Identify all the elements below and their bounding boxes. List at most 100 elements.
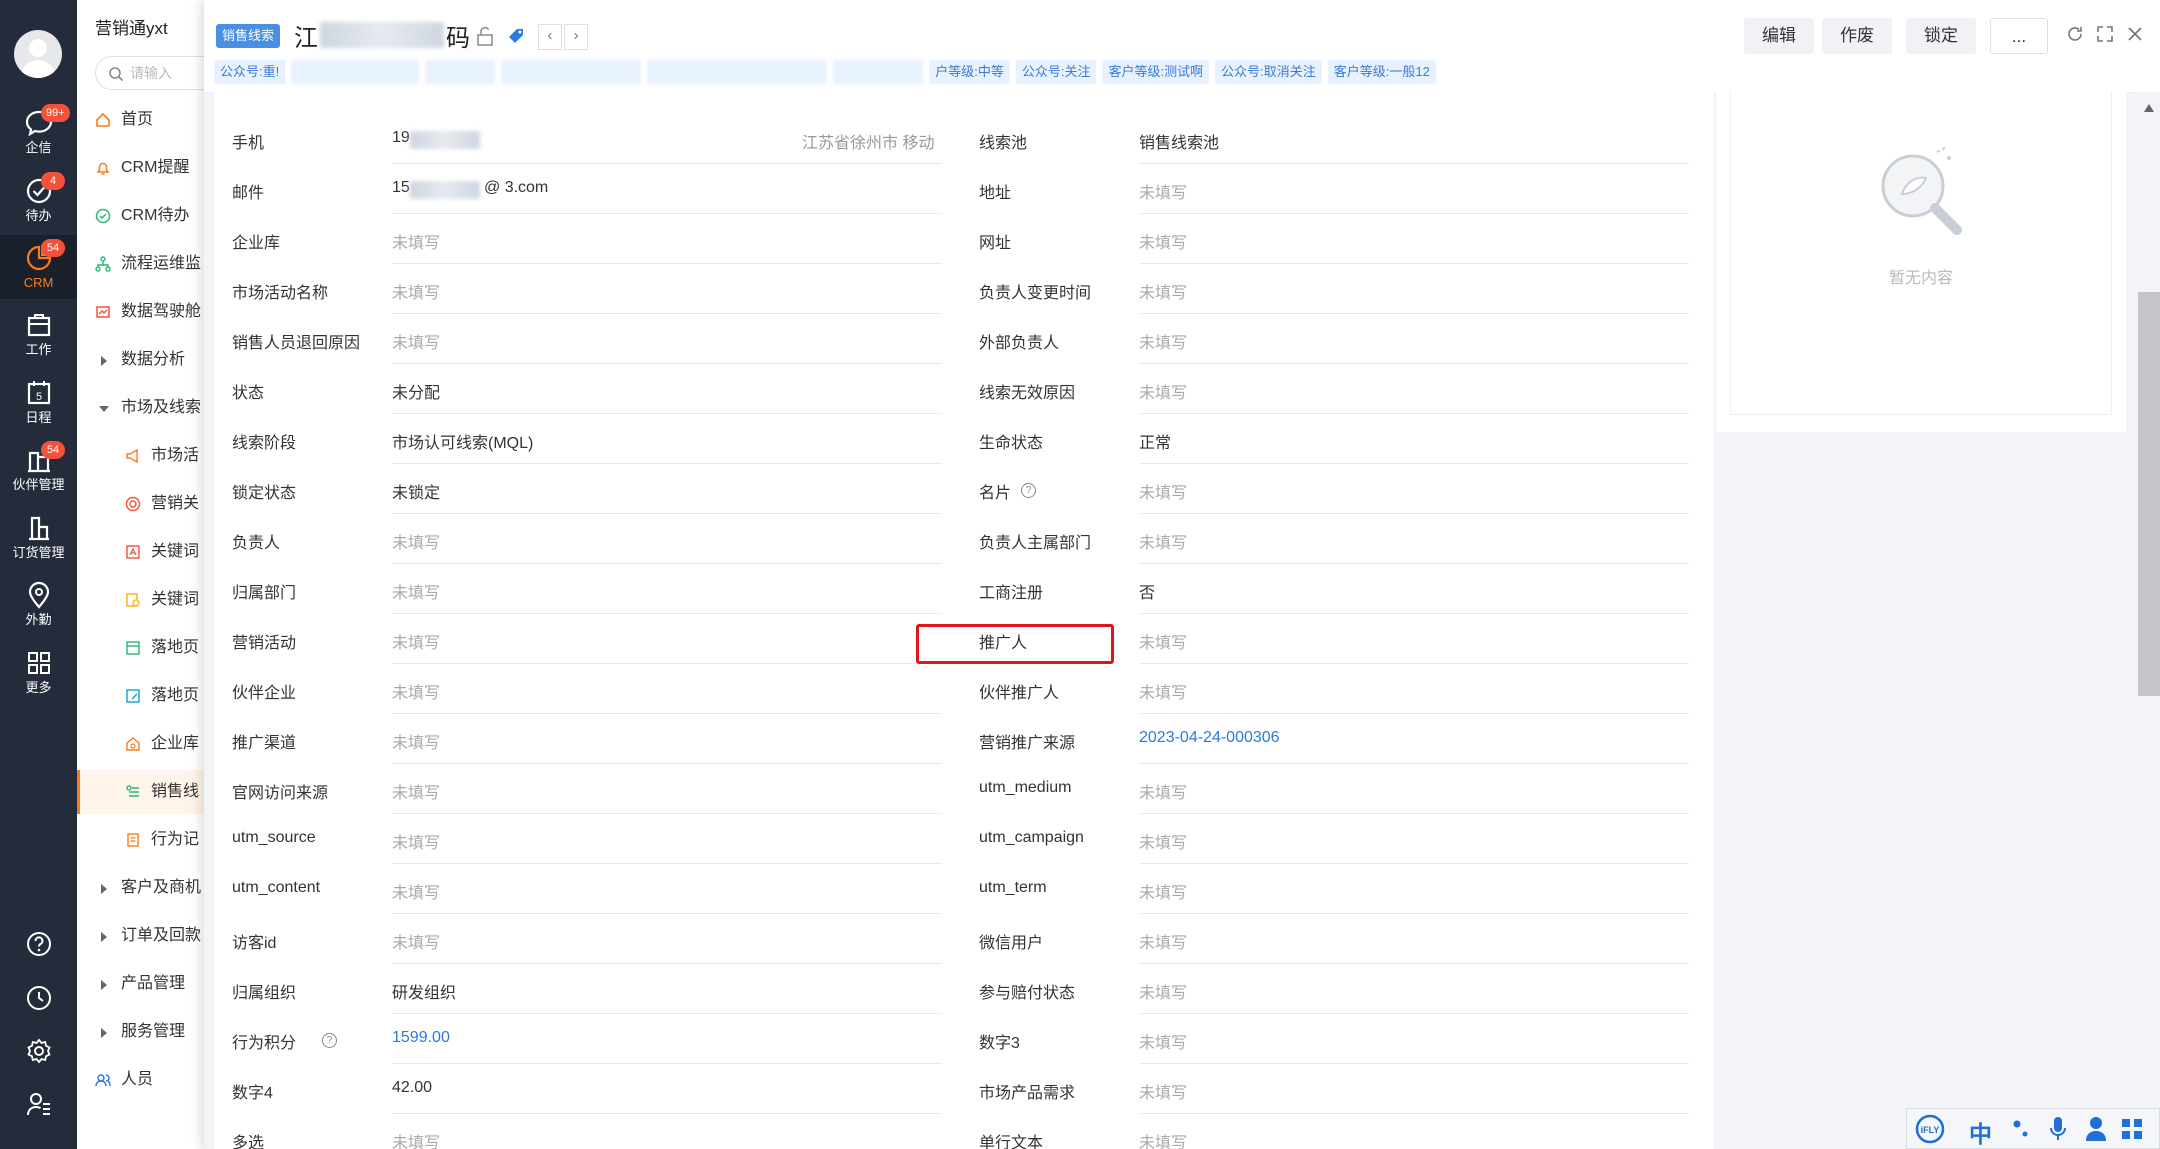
field-value: 未填写 — [392, 635, 441, 652]
user-settings-icon[interactable] — [0, 1090, 77, 1123]
field-label: 销售人员退回原因 — [232, 335, 361, 352]
user-avatar[interactable] — [14, 30, 62, 78]
help-icon[interactable]: ? — [322, 1033, 337, 1048]
redacted-text — [410, 181, 480, 199]
nav-item-landing-1[interactable]: 落地页 — [77, 626, 204, 670]
nav-item-orders[interactable]: 订单及回款 — [77, 914, 204, 958]
prev-record-button[interactable]: ‹ — [538, 24, 562, 50]
rail-item-order[interactable]: 订货管理 — [0, 505, 77, 569]
field-row: 归属组织 研发组织 — [232, 964, 952, 1014]
gear-icon[interactable] — [0, 1037, 77, 1070]
nav-item-people[interactable]: 人员 — [77, 1058, 204, 1102]
nav-search-input[interactable]: 请输入 — [95, 56, 204, 90]
nav-item-process[interactable]: 流程运维监 — [77, 242, 204, 286]
ime-lang-toggle[interactable]: 中 — [1969, 1115, 1992, 1149]
nav-item-marketing[interactable]: 营销关 — [77, 482, 204, 526]
scroll-up-icon[interactable] — [2144, 104, 2154, 112]
nav-item-behavior[interactable]: 行为记 — [77, 818, 204, 862]
rail-item-crm[interactable]: CRM 54 — [0, 235, 77, 299]
nav-item-campaign[interactable]: 市场活 — [77, 434, 204, 478]
field-row: 微信用户 未填写 — [979, 914, 1699, 964]
field-value-link[interactable]: 1599.00 — [392, 1029, 450, 1047]
nav-item-customers[interactable]: 客户及商机 — [77, 866, 204, 910]
more-button[interactable]: ... — [1990, 18, 2048, 54]
nav-item-crm-reminder[interactable]: CRM提醒 — [77, 146, 204, 190]
nav-item-dashboard[interactable]: 数据驾驶舱 — [77, 290, 204, 334]
tag-chip: 客户等级:一般12 — [1327, 60, 1436, 84]
help-icon[interactable] — [0, 930, 77, 963]
field-value: 未填写 — [1139, 885, 1188, 902]
ime-toolbar[interactable]: iFLY 中 — [1906, 1108, 2160, 1149]
field-value: 未填写 — [392, 235, 441, 252]
field-value: 未填写 — [392, 835, 441, 852]
ifly-logo-icon[interactable]: iFLY — [1915, 1114, 1945, 1144]
redacted-chip — [501, 60, 642, 84]
tag-edit-icon[interactable] — [506, 26, 526, 46]
help-icon[interactable]: ? — [1021, 483, 1036, 498]
rail-item-more[interactable]: 更多 — [0, 640, 77, 704]
punctuation-icon[interactable] — [2011, 1118, 2031, 1140]
nav-item-crm-todo[interactable]: CRM待办 — [77, 194, 204, 238]
app-title: 营销通yxt — [95, 19, 168, 38]
empty-state: 暂无内容 — [1730, 92, 2112, 415]
nav-item-market-leads[interactable]: 市场及线索 — [77, 386, 204, 430]
grid-menu-icon[interactable] — [2121, 1118, 2143, 1140]
close-icon[interactable] — [2126, 25, 2144, 43]
field-value: 未填写 — [1139, 935, 1188, 952]
rail-item-schedule[interactable]: 5 日程 — [0, 370, 77, 434]
scrollbar-thumb[interactable] — [2138, 292, 2160, 696]
unlock-icon[interactable] — [476, 26, 494, 46]
landing-edit-icon — [126, 689, 140, 703]
field-label: 名片 — [979, 485, 1012, 502]
user-icon[interactable] — [2085, 1116, 2107, 1142]
nav-item-analytics[interactable]: 数据分析 — [77, 338, 204, 382]
nav-item-company-lib[interactable]: 企业库 — [77, 722, 204, 766]
void-button[interactable]: 作废 — [1822, 18, 1892, 54]
nav-item-keyword-1[interactable]: 关键词 — [77, 530, 204, 574]
nav-item-home[interactable]: 首页 — [77, 98, 204, 142]
rail-item-partner[interactable]: 伙伴管理 54 — [0, 437, 77, 501]
nav-label: 首页 — [121, 111, 154, 128]
fullscreen-icon[interactable] — [2096, 25, 2114, 43]
field-value: 未填写 — [392, 935, 441, 952]
rail-item-todo[interactable]: 待办 4 — [0, 168, 77, 232]
rail-item-work[interactable]: 工作 — [0, 302, 77, 366]
nav-item-products[interactable]: 产品管理 — [77, 962, 204, 1006]
refresh-icon[interactable] — [2066, 25, 2084, 43]
field-row: 负责人 未填写 — [232, 514, 952, 564]
field-label: 微信用户 — [979, 935, 1044, 952]
clock-icon[interactable] — [0, 984, 77, 1017]
field-label: 推广渠道 — [232, 735, 297, 752]
nav-item-landing-2[interactable]: 落地页 — [77, 674, 204, 718]
microphone-icon[interactable] — [2049, 1116, 2067, 1142]
rail-item-field[interactable]: 外勤 — [0, 572, 77, 636]
field-grid: 手机 19 江苏省徐州市 移动 邮件 15 @ 3.com 企业库 未填写 市场活动名称 未填写销… — [214, 92, 1714, 1149]
edit-button[interactable]: 编辑 — [1744, 18, 1814, 54]
nav-item-sales-leads[interactable]: 销售线 — [77, 770, 204, 814]
field-value-link[interactable]: 2023-04-24-000306 — [1139, 729, 1280, 747]
field-value: 未填写 — [1139, 385, 1188, 402]
next-record-button[interactable]: › — [564, 24, 588, 50]
nav-item-service[interactable]: 服务管理 — [77, 1010, 204, 1054]
nav-item-keyword-2[interactable]: 关键词 — [77, 578, 204, 622]
nav-search-placeholder: 请输入 — [130, 65, 172, 81]
field-label: 线索阶段 — [232, 435, 297, 452]
empty-search-icon — [1881, 147, 1962, 235]
rail-label: 日程 — [25, 410, 52, 425]
field-row: 市场活动名称 未填写 — [232, 264, 952, 314]
field-value: 未填写 — [1139, 535, 1188, 552]
redacted-text — [410, 131, 480, 149]
lock-button[interactable]: 锁定 — [1906, 18, 1976, 54]
rail-item-qixin[interactable]: 企信 99+ — [0, 100, 77, 164]
record-title-end: 码 — [446, 25, 470, 52]
highlight-box — [916, 624, 1114, 664]
bell-icon — [96, 162, 110, 175]
nav-label: 销售线 — [151, 783, 200, 800]
home-icon — [96, 112, 110, 127]
rail-label: CRM — [23, 275, 54, 290]
field-value: 未填写 — [392, 285, 441, 302]
field-label: 状态 — [232, 385, 265, 402]
field-label: 线索无效原因 — [979, 385, 1076, 402]
field-value: 42.00 — [392, 1079, 433, 1096]
field-value: 未填写 — [1139, 485, 1188, 502]
